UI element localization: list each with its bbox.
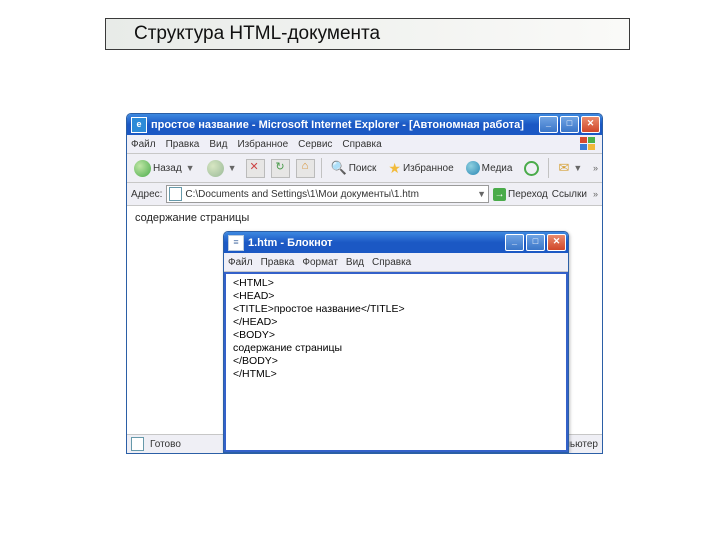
notepad-icon: ≡: [228, 235, 244, 251]
code-line: </HTML>: [233, 368, 559, 381]
ie-toolbar: Назад ▼ ▼ ↻ ⌂ 🔍 Поиск ★ Избранное Медиа: [127, 154, 602, 183]
maximize-button[interactable]: □: [560, 116, 579, 133]
favorites-button[interactable]: ★ Избранное: [385, 159, 456, 178]
overflow-icon[interactable]: »: [593, 189, 598, 199]
star-icon: ★: [388, 160, 401, 177]
slide-title: Структура HTML-документа: [134, 23, 380, 45]
slide-header: Структура HTML-документа: [105, 18, 630, 50]
refresh-button[interactable]: ↻: [271, 159, 290, 178]
address-label: Адрес:: [131, 189, 162, 200]
back-button[interactable]: Назад ▼: [131, 159, 198, 178]
stop-button[interactable]: [246, 159, 265, 178]
page-body-text: содержание страницы: [135, 212, 594, 224]
mail-icon: ✉: [558, 160, 569, 176]
media-icon: [466, 161, 480, 175]
history-icon: [524, 161, 539, 176]
go-arrow-icon: →: [493, 188, 506, 201]
chevron-down-icon: ▼: [186, 163, 195, 173]
search-button[interactable]: 🔍 Поиск: [328, 159, 380, 177]
menu-edit[interactable]: Правка: [166, 139, 200, 150]
code-line: </HEAD>: [233, 316, 559, 329]
address-input[interactable]: C:\Documents and Settings\1\Мои документ…: [166, 185, 489, 203]
menu-file[interactable]: Файл: [131, 139, 156, 150]
code-line: <HTML>: [233, 277, 559, 290]
ie-viewport: содержание страницы ≡ 1.htm - Блокнот _ …: [127, 206, 602, 434]
minimize-button[interactable]: _: [539, 116, 558, 133]
screenshot-area: e простое название - Microsoft Internet …: [126, 113, 601, 454]
toolbar-separator: [321, 158, 322, 178]
chevron-down-icon: ▼: [228, 163, 237, 173]
search-icon: 🔍: [331, 160, 347, 176]
media-label: Медиа: [482, 163, 513, 174]
forward-button[interactable]: ▼: [204, 159, 240, 178]
maximize-button[interactable]: □: [526, 234, 545, 251]
code-line: содержание страницы: [233, 342, 559, 355]
history-button[interactable]: [521, 160, 542, 177]
code-line: </BODY>: [233, 355, 559, 368]
notepad-window: ≡ 1.htm - Блокнот _ □ ✕ Файл Правка Форм…: [223, 231, 569, 453]
menu-tools[interactable]: Сервис: [298, 139, 332, 150]
status-ready: Готово: [150, 439, 181, 450]
search-label: Поиск: [349, 163, 377, 174]
links-label[interactable]: Ссылки: [552, 189, 587, 200]
ie-menubar: Файл Правка Вид Избранное Сервис Справка: [127, 135, 602, 154]
notepad-menubar: Файл Правка Формат Вид Справка: [224, 253, 568, 272]
address-dropdown-icon[interactable]: ▼: [477, 189, 486, 199]
close-button[interactable]: ✕: [581, 116, 600, 133]
windows-logo-icon: [580, 137, 598, 151]
overflow-icon[interactable]: »: [593, 163, 598, 173]
menu-format[interactable]: Формат: [302, 257, 338, 268]
chevron-down-icon: ▼: [573, 163, 582, 173]
back-arrow-icon: [134, 160, 151, 177]
minimize-button[interactable]: _: [505, 234, 524, 251]
close-button[interactable]: ✕: [547, 234, 566, 251]
menu-help[interactable]: Справка: [342, 139, 381, 150]
toolbar-separator: [548, 158, 549, 178]
address-value: C:\Documents and Settings\1\Мои документ…: [185, 189, 419, 200]
back-label: Назад: [153, 163, 182, 174]
document-icon: [169, 187, 182, 201]
forward-arrow-icon: [207, 160, 224, 177]
ie-icon: e: [131, 117, 147, 133]
code-line: <TITLE>простое название</TITLE>: [233, 303, 559, 316]
menu-edit[interactable]: Правка: [261, 257, 295, 268]
ie-addressbar: Адрес: C:\Documents and Settings\1\Мои д…: [127, 183, 602, 206]
notepad-textarea[interactable]: <HTML> <HEAD> <TITLE>простое название</T…: [224, 272, 568, 452]
menu-view[interactable]: Вид: [209, 139, 227, 150]
ie-title: простое название - Microsoft Internet Ex…: [151, 119, 537, 131]
code-line: <BODY>: [233, 329, 559, 342]
menu-view[interactable]: Вид: [346, 257, 364, 268]
ie-titlebar: e простое название - Microsoft Internet …: [127, 114, 602, 135]
go-label: Переход: [508, 189, 548, 200]
menu-favorites[interactable]: Избранное: [237, 139, 288, 150]
menu-help[interactable]: Справка: [372, 257, 411, 268]
code-line: <HEAD>: [233, 290, 559, 303]
mail-button[interactable]: ✉ ▼: [555, 159, 585, 177]
home-button[interactable]: ⌂: [296, 159, 315, 178]
media-button[interactable]: Медиа: [463, 160, 516, 176]
notepad-titlebar: ≡ 1.htm - Блокнот _ □ ✕: [224, 232, 568, 253]
menu-file[interactable]: Файл: [228, 257, 253, 268]
ie-window: e простое название - Microsoft Internet …: [126, 113, 603, 454]
notepad-title: 1.htm - Блокнот: [248, 237, 503, 249]
go-button[interactable]: → Переход: [493, 188, 548, 201]
favorites-label: Избранное: [403, 163, 454, 174]
document-icon: [131, 437, 144, 451]
